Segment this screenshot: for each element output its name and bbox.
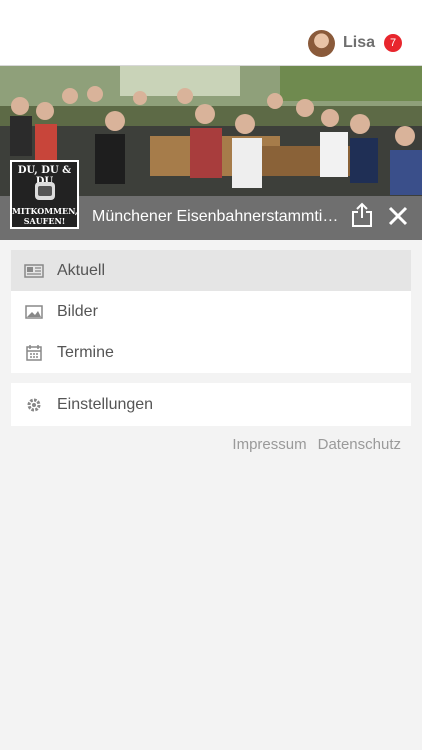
fist-icon (35, 182, 55, 200)
menu-item-label: Bilder (57, 302, 98, 320)
menu-item-einstellungen[interactable]: Einstellungen (11, 383, 411, 426)
group-header: DU, DU & DU MITKOMMEN, SAUFEN! Münchener… (0, 66, 422, 240)
settings-menu: Einstellungen (11, 383, 411, 426)
group-logo: DU, DU & DU MITKOMMEN, SAUFEN! (10, 160, 79, 229)
close-icon[interactable] (388, 206, 408, 226)
logo-text-bottom-2: SAUFEN! (23, 216, 66, 226)
user-name[interactable]: Lisa (343, 34, 375, 52)
calendar-icon (23, 344, 45, 362)
menu-item-label: Einstellungen (57, 395, 154, 413)
logo-text-bottom-1: MITKOMMEN, (12, 206, 78, 216)
menu-item-label: Aktuell (57, 261, 106, 279)
share-icon[interactable] (351, 202, 373, 228)
datenschutz-link[interactable]: Datenschutz (318, 436, 401, 453)
top-bar: Lisa 7 (0, 0, 422, 66)
menu-item-aktuell[interactable]: Aktuell (11, 250, 411, 291)
footer-links: Impressum Datenschutz (232, 436, 401, 453)
main-menu: Aktuell Bilder Termine (11, 250, 411, 373)
impressum-link[interactable]: Impressum (232, 436, 306, 453)
menu-item-termine[interactable]: Termine (11, 332, 411, 373)
user-profile[interactable]: Lisa 7 (307, 29, 402, 57)
menu-item-label: Termine (57, 343, 114, 361)
menu-item-bilder[interactable]: Bilder (11, 291, 411, 332)
image-icon (23, 303, 45, 321)
notification-badge[interactable]: 7 (384, 34, 402, 52)
group-title: Münchener Eisenbahnerstammtisch (92, 208, 340, 225)
logo-text-bottom: MITKOMMEN, SAUFEN! (12, 206, 78, 226)
newspaper-icon (23, 262, 45, 280)
gear-icon (23, 396, 45, 414)
avatar[interactable] (307, 29, 335, 57)
